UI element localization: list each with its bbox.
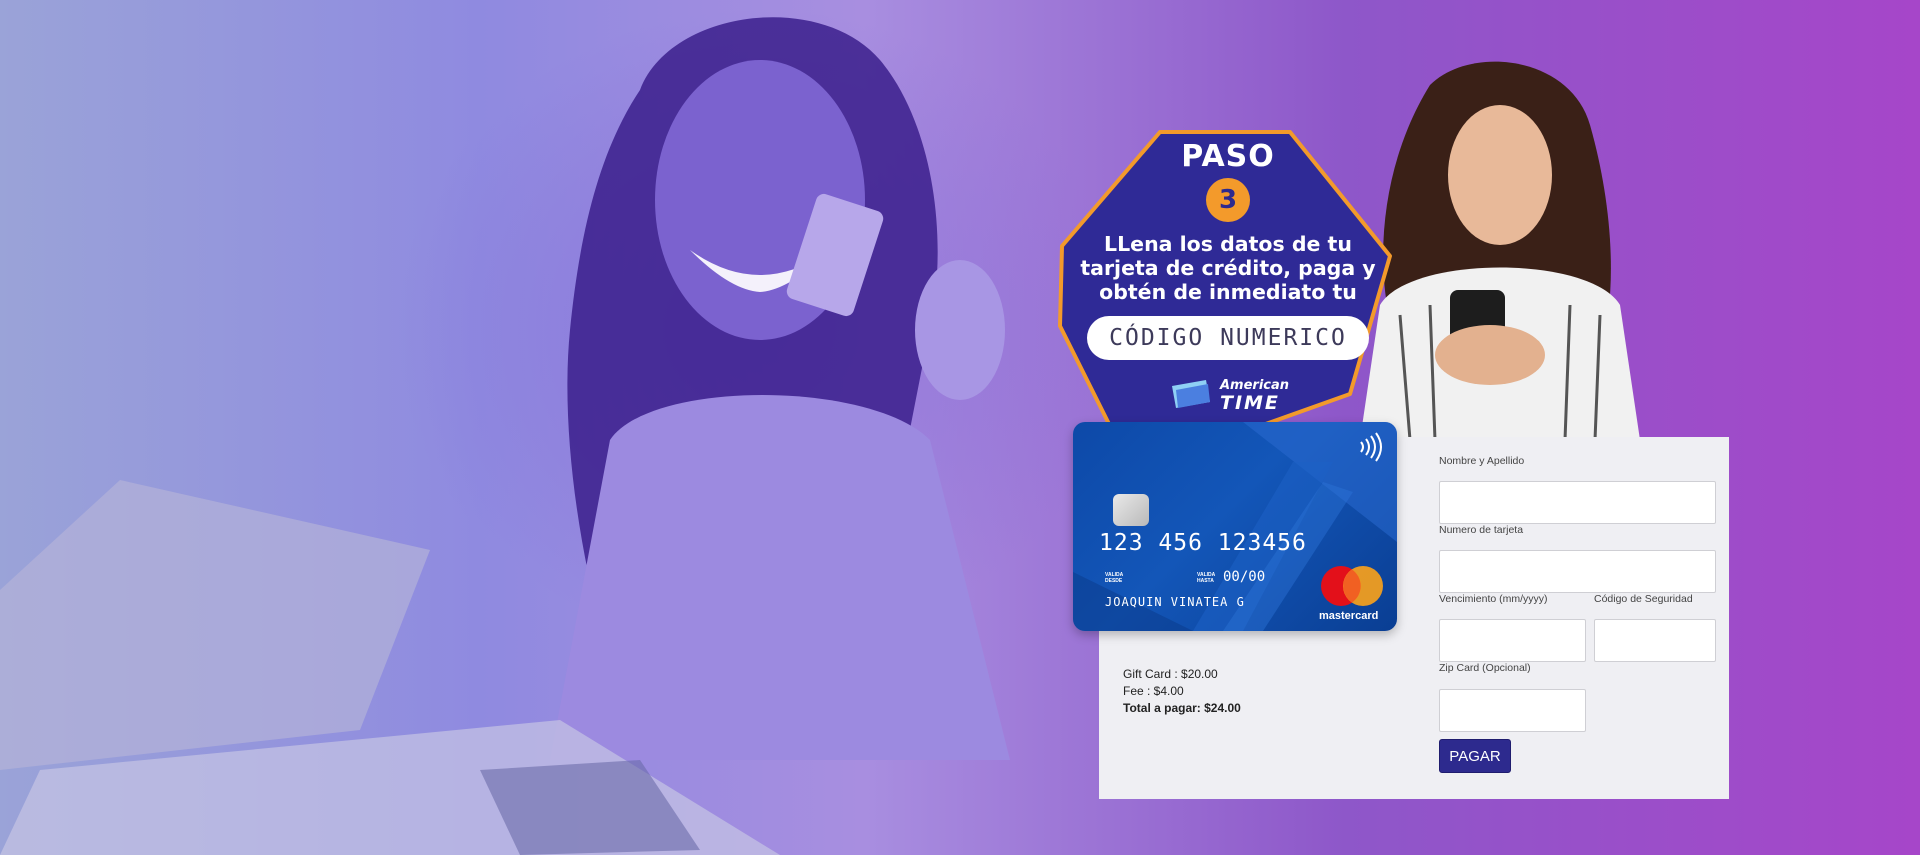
brand-word-time: TIME	[1220, 392, 1280, 414]
american-time-logo: American TIME	[1168, 376, 1290, 416]
valid-thru-label: VALIDA HASTA	[1197, 572, 1216, 584]
ticket-icon	[1172, 380, 1210, 408]
step-number: 3	[1206, 178, 1250, 222]
laptop-photo	[0, 480, 780, 855]
contactless-icon	[1360, 432, 1382, 462]
zip-label: Zip Card (Opcional)	[1439, 662, 1531, 674]
total-amount: Total a pagar: $24.00	[1123, 701, 1241, 715]
zip-field[interactable]	[1439, 689, 1586, 732]
credit-card: 123 456 123456 VALIDA DESDE VALIDA HASTA…	[1073, 422, 1397, 631]
card-number-label: Numero de tarjeta	[1439, 524, 1524, 536]
pay-button[interactable]: PAGAR	[1439, 739, 1511, 773]
chip-icon	[1113, 494, 1149, 526]
name-label: Nombre y Apellido	[1439, 455, 1525, 467]
card-number-display: 123 456 123456	[1099, 530, 1307, 556]
gift-card-amount: Gift Card : $20.00	[1123, 667, 1218, 681]
order-summary: Gift Card : $20.00 Fee : $4.00 Total a p…	[1123, 666, 1241, 717]
card-number-field[interactable]	[1439, 550, 1716, 593]
card-expiry-display: 00/00	[1223, 569, 1266, 585]
valid-from-label: VALIDA DESDE	[1105, 572, 1124, 584]
name-field[interactable]	[1439, 481, 1716, 524]
brand-word-american: American	[1220, 378, 1290, 393]
expiry-label: Vencimiento (mm/yyyy)	[1439, 593, 1548, 605]
step-badge: PASO 3 LLena los datos de tu tarjeta de …	[1058, 140, 1398, 360]
expiry-field[interactable]	[1439, 619, 1586, 662]
code-label-pill: CÓDIGO NUMERICO	[1087, 316, 1369, 360]
fee-amount: Fee : $4.00	[1123, 684, 1184, 698]
step-title: PASO	[1181, 139, 1275, 174]
mastercard-wordmark: mastercard	[1319, 610, 1379, 622]
security-code-label: Código de Seguridad	[1594, 593, 1693, 605]
security-code-field[interactable]	[1594, 619, 1716, 662]
mastercard-logo	[1321, 566, 1383, 606]
card-holder-name: JOAQUIN VINATEA G	[1105, 595, 1245, 609]
step-instructions: LLena los datos de tu tarjeta de crédito…	[1080, 232, 1376, 304]
